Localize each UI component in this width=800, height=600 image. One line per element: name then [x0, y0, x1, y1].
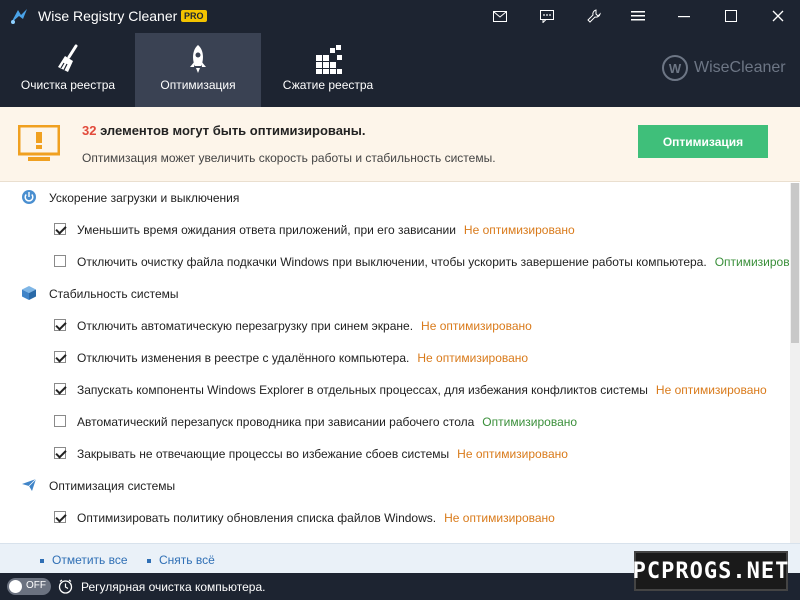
- scheduled-clean-toggle[interactable]: OFF: [7, 578, 51, 595]
- list-item[interactable]: Оптимизировать политику обновления списк…: [0, 502, 790, 532]
- compress-blocks-icon: [316, 45, 342, 74]
- mail-icon[interactable]: [489, 6, 511, 26]
- toggle-knob: [9, 580, 22, 593]
- tab-label: Сжатие реестра: [282, 78, 374, 92]
- item-checkbox[interactable]: [54, 383, 66, 395]
- item-status: Не оптимизировано: [444, 511, 555, 525]
- list-item[interactable]: Уменьшить время ожидания ответа приложен…: [0, 214, 790, 244]
- tab-label: Оптимизация: [160, 78, 236, 92]
- section-header: Ускорение загрузки и выключения: [0, 183, 790, 211]
- item-checkbox[interactable]: [54, 319, 66, 331]
- list-scrollbar[interactable]: [790, 183, 800, 543]
- item-status: Не оптимизировано: [655, 383, 767, 397]
- tab-registry-defrag[interactable]: Сжатие реестра: [265, 33, 391, 107]
- item-checkbox[interactable]: [54, 447, 66, 459]
- banner-count: 32: [82, 123, 97, 138]
- item-checkbox[interactable]: [54, 351, 66, 363]
- brand-name: WiseCleaner: [694, 59, 786, 76]
- feedback-icon[interactable]: [536, 6, 558, 26]
- select-all-link[interactable]: Отметить все: [40, 553, 128, 567]
- wisecleaner-logo-icon: W: [662, 55, 688, 81]
- paper-plane-icon: [22, 478, 37, 491]
- rocket-icon: [190, 45, 206, 73]
- pro-badge: PRO: [181, 10, 207, 22]
- bullet-icon: [147, 558, 151, 563]
- item-checkbox[interactable]: [54, 255, 66, 267]
- item-text: Оптимизировать политику обновления списк…: [77, 511, 555, 525]
- app-logo-icon: [11, 9, 27, 24]
- broom-icon: [58, 44, 78, 72]
- scroll-thumb[interactable]: [791, 183, 799, 343]
- section-title: Ускорение загрузки и выключения: [49, 191, 240, 205]
- title-bar: Wise Registry Cleaner X PRO: [0, 0, 800, 32]
- item-text: Отключить очистку файла подкачки Windows…: [77, 255, 790, 269]
- item-checkbox[interactable]: [54, 511, 66, 523]
- item-status: Не оптимизировано: [463, 223, 575, 237]
- optimize-button[interactable]: Оптимизация: [638, 125, 768, 158]
- item-text: Уменьшить время ожидания ответа приложен…: [77, 223, 575, 237]
- menu-icon[interactable]: [627, 6, 649, 26]
- item-status: Оптимизировано: [714, 255, 790, 269]
- item-text: Отключить изменения в реестре с удалённо…: [77, 351, 529, 365]
- item-checkbox[interactable]: [54, 223, 66, 235]
- banner-subtitle: Оптимизация может увеличить скорость раб…: [82, 151, 496, 165]
- list-item[interactable]: Запускать компоненты Windows Explorer в …: [0, 374, 790, 404]
- watermark: PCPROGS.NET: [633, 551, 788, 591]
- tab-registry-cleanup[interactable]: Очистка реестра: [5, 33, 131, 107]
- list-item[interactable]: Отключить очистку файла подкачки Windows…: [0, 246, 790, 276]
- section-header: Оптимизация системы: [0, 471, 790, 499]
- deselect-all-link[interactable]: Снять всё: [147, 553, 215, 567]
- close-icon[interactable]: [767, 6, 789, 26]
- settings-wrench-icon[interactable]: [583, 6, 605, 26]
- optimization-list: Ускорение загрузки и выключения Уменьшит…: [0, 183, 790, 543]
- power-icon: [22, 190, 36, 204]
- list-item[interactable]: Закрывать не отвечающие процессы во избе…: [0, 438, 790, 468]
- section-title: Стабильность системы: [49, 287, 179, 301]
- item-status: Не оптимизировано: [457, 447, 568, 461]
- item-checkbox[interactable]: [54, 415, 66, 427]
- tab-optimization[interactable]: Оптимизация: [135, 33, 261, 107]
- tab-label: Очистка реестра: [20, 78, 116, 92]
- item-text: Автоматический перезапуск проводника при…: [77, 415, 578, 429]
- item-text: Отключить автоматическую перезагрузку пр…: [77, 319, 532, 333]
- section-title: Оптимизация системы: [49, 479, 176, 493]
- list-item[interactable]: Отключить изменения в реестре с удалённо…: [0, 342, 790, 372]
- minimize-icon[interactable]: [673, 6, 695, 26]
- section-header: Стабильность системы: [0, 279, 790, 307]
- item-text: Закрывать не отвечающие процессы во избе…: [77, 447, 568, 461]
- item-status: Не оптимизировано: [421, 319, 532, 333]
- wisecleaner-logo[interactable]: W WiseCleaner: [662, 55, 786, 81]
- toggle-label: OFF: [26, 580, 46, 591]
- banner-headline-text: элементов могут быть оптимизированы.: [96, 123, 366, 138]
- item-status: Оптимизировано: [482, 415, 578, 429]
- app-header: Wise Registry Cleaner X PRO Очистка реес…: [0, 0, 800, 107]
- banner-headline: 32 элементов могут быть оптимизированы.: [82, 123, 366, 138]
- monitor-warning-icon: [18, 125, 60, 161]
- maximize-icon[interactable]: [720, 6, 742, 26]
- list-item[interactable]: Отключить автоматическую перезагрузку пр…: [0, 310, 790, 340]
- app-title: Wise Registry Cleaner X: [38, 8, 191, 24]
- schedule-status-text: Регулярная очистка компьютера.: [81, 580, 266, 594]
- cube-icon: [22, 286, 36, 300]
- list-item[interactable]: Автоматический перезапуск проводника при…: [0, 406, 790, 436]
- clock-icon: [58, 579, 73, 594]
- item-text: Запускать компоненты Windows Explorer в …: [77, 383, 767, 397]
- item-status: Не оптимизировано: [417, 351, 529, 365]
- bullet-icon: [40, 558, 44, 563]
